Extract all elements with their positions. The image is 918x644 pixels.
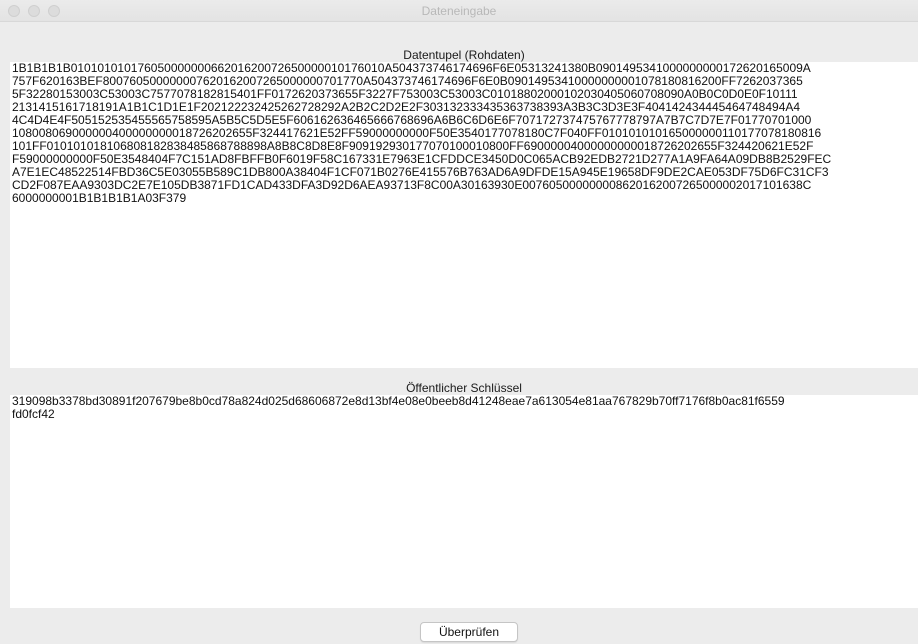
text-line: fd0fcf42 [12, 407, 55, 421]
verify-button[interactable]: Überprüfen [420, 622, 518, 642]
button-bar: Überprüfen [0, 608, 918, 644]
app-window: Dateneingabe Datentupel (Rohdaten) 1B1B1… [0, 0, 918, 644]
text-line: 319098b3378bd30891f207679be8b0cd78a824d0… [12, 395, 785, 408]
window-title: Dateneingabe [421, 4, 497, 18]
raw-data-textarea[interactable]: 1B1B1B1B01010101017605000000066201620072… [10, 62, 918, 368]
text-line: 6000000001B1B1B1B1A03F379 [12, 191, 187, 205]
public-key-textarea[interactable]: 319098b3378bd30891f207679be8b0cd78a824d0… [10, 395, 918, 608]
title-bar: Dateneingabe [0, 0, 918, 22]
raw-data-label: Datentupel (Rohdaten) [403, 48, 525, 62]
public-key-label: Öffentlicher Schlüssel [406, 381, 522, 395]
